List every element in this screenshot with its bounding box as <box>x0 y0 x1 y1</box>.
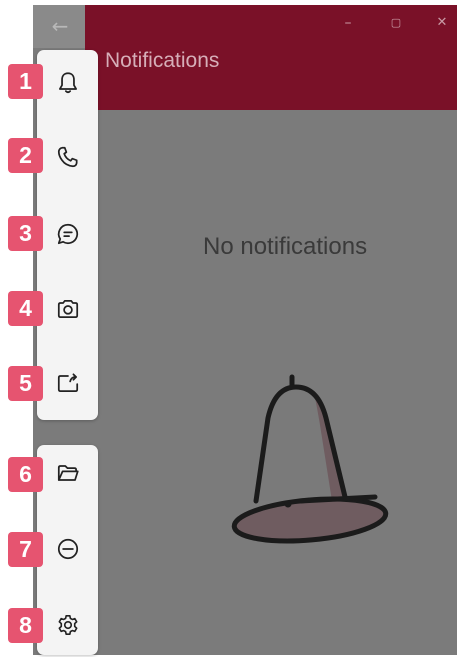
nav-item-calls[interactable] <box>37 134 98 180</box>
nav-item-camera[interactable] <box>37 286 98 332</box>
empty-state-message: No notifications <box>203 233 368 260</box>
callout-badge-1: 1 <box>8 64 43 99</box>
phone-icon <box>57 146 78 168</box>
callout-badge-5: 5 <box>8 366 43 401</box>
title-bar: – ▢ ✕ Notifications <box>85 5 457 110</box>
page-title: Notifications <box>105 49 220 72</box>
callout-badge-3: 3 <box>8 216 43 251</box>
callout-badge-4: 4 <box>8 291 43 326</box>
bell-icon <box>58 72 77 94</box>
callout-badge-2: 2 <box>8 138 43 173</box>
nav-item-do-not-disturb[interactable] <box>37 526 98 572</box>
callout-badge-6: 6 <box>8 457 43 492</box>
nav-item-files[interactable] <box>37 450 98 496</box>
folder-icon <box>57 465 79 481</box>
camera-icon <box>57 300 78 318</box>
back-strip: ← <box>33 5 85 48</box>
nav-item-share-screen[interactable] <box>37 360 98 406</box>
nav-panel-top <box>37 50 98 420</box>
callout-badge-8: 8 <box>8 608 43 643</box>
nav-item-notifications[interactable] <box>37 60 98 106</box>
gear-icon <box>58 614 77 636</box>
callout-badge-7: 7 <box>8 532 43 567</box>
minus-circle-icon <box>57 538 78 560</box>
bell-illustration-icon <box>231 374 389 544</box>
chat-icon <box>57 223 78 245</box>
screen-share-icon <box>57 373 78 392</box>
nav-item-settings[interactable] <box>37 602 98 648</box>
nav-panel-bottom <box>37 445 98 655</box>
nav-item-chat[interactable] <box>37 211 98 257</box>
close-button[interactable]: ✕ <box>431 13 453 33</box>
back-arrow-icon[interactable]: ← <box>47 14 73 38</box>
maximize-button[interactable]: ▢ <box>385 13 407 33</box>
minimize-button[interactable]: – <box>337 13 359 33</box>
